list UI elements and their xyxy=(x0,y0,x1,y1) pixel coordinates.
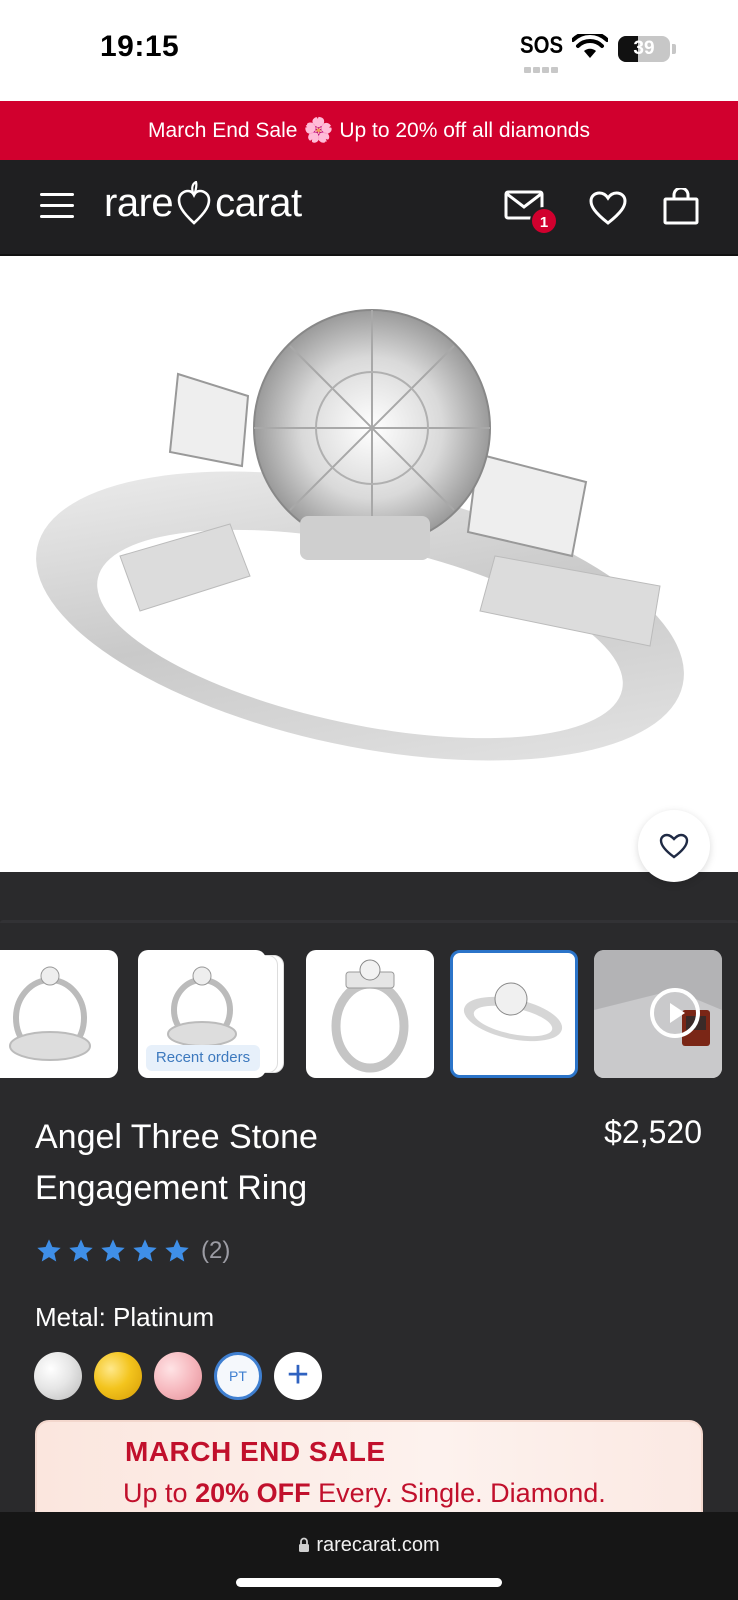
review-count[interactable]: (2) xyxy=(201,1237,230,1265)
site-logo[interactable]: rare carat xyxy=(104,178,302,228)
product-price: $2,520 xyxy=(604,1114,702,1150)
ring-angle-thumb xyxy=(463,982,563,1042)
thumbnail-video[interactable] xyxy=(594,950,722,1078)
url-text: rarecarat.com xyxy=(316,1534,440,1556)
ring-front-thumb xyxy=(331,959,409,1073)
star-icon xyxy=(37,1239,61,1262)
logo-text-carat: carat xyxy=(215,180,302,225)
more-metals-button[interactable]: + xyxy=(274,1352,322,1400)
promo-text-suffix: Up to 20% off all diamonds xyxy=(339,118,590,142)
promo-text-prefix: March End Sale xyxy=(148,118,298,142)
recent-orders-label: Recent orders xyxy=(146,1045,260,1071)
product-page: 19:15 SOS 39 March End Sale 🌸 Up to 20% … xyxy=(0,0,738,1600)
thumbnail-3[interactable] xyxy=(306,950,434,1078)
thumbnail-1[interactable] xyxy=(0,950,118,1078)
status-time: 19:15 xyxy=(100,30,180,63)
sheet-top-edge xyxy=(0,920,738,923)
logo-text-rare: rare xyxy=(104,180,174,225)
product-hero-image[interactable] xyxy=(0,256,738,872)
swatch-yellow-gold[interactable] xyxy=(94,1352,142,1400)
ring-illustration xyxy=(36,309,684,761)
sale-subtitle: Up to 20% OFF Every. Single. Diamond. xyxy=(123,1478,606,1509)
status-bar: 19:15 SOS 39 xyxy=(0,0,738,101)
top-navigation: rare carat xyxy=(0,160,738,256)
logo-heart-icon xyxy=(177,181,211,225)
thumbnail-4-selected[interactable] xyxy=(450,950,578,1078)
address-display[interactable]: rarecarat.com xyxy=(0,1534,738,1557)
rating-stars[interactable]: (2) xyxy=(35,1237,230,1265)
star-icon xyxy=(101,1239,125,1262)
mail-badge: 1 xyxy=(530,207,558,235)
star-icon xyxy=(165,1239,189,1262)
battery-icon: 39 xyxy=(618,36,670,62)
save-to-wishlist-button[interactable] xyxy=(638,810,710,882)
metal-value: Platinum xyxy=(113,1302,215,1332)
battery-tip xyxy=(672,44,676,54)
lock-icon xyxy=(299,1537,310,1552)
sale-title: MARCH END SALE xyxy=(125,1436,386,1467)
swatch-platinum[interactable]: PT xyxy=(214,1352,262,1400)
star-icon xyxy=(133,1239,157,1262)
bag-icon[interactable] xyxy=(662,188,700,226)
flower-icon: 🌸 xyxy=(303,116,334,144)
sale-line-suffix: Every. Single. Diamond. xyxy=(318,1478,606,1508)
metal-selection-label: Metal: Platinum xyxy=(35,1302,214,1333)
sale-line-prefix: Up to xyxy=(123,1478,188,1508)
menu-icon[interactable] xyxy=(40,193,74,219)
heart-outline-icon xyxy=(659,833,689,859)
promo-banner[interactable]: March End Sale 🌸 Up to 20% off all diamo… xyxy=(0,101,738,160)
metal-label: Metal: xyxy=(35,1302,106,1332)
swatch-rose-gold[interactable] xyxy=(154,1352,202,1400)
product-title: Angel Three Stone Engagement Ring xyxy=(35,1118,318,1207)
signal-dots-icon xyxy=(524,60,560,73)
sale-line-bold: 20% OFF xyxy=(195,1478,311,1508)
star-icon xyxy=(69,1239,93,1262)
ring-stack-thumb xyxy=(9,966,91,1061)
battery-level: 39 xyxy=(633,38,655,59)
wifi-icon xyxy=(572,34,608,58)
wishlist-heart-icon[interactable] xyxy=(588,190,628,226)
swatch-white-gold[interactable] xyxy=(34,1352,82,1400)
play-icon xyxy=(650,988,700,1038)
home-indicator[interactable] xyxy=(236,1578,502,1587)
carrier-label: SOS xyxy=(520,32,564,59)
